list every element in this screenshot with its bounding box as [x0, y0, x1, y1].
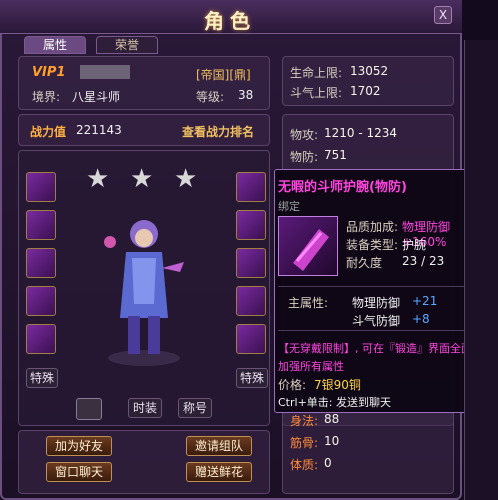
gift-flowers-button[interactable]: 赠送鲜花 [186, 462, 252, 482]
fashion-tab[interactable]: 时装 [128, 398, 162, 418]
quality-label: 品质加成: [346, 220, 399, 234]
emblem-icon[interactable] [76, 398, 102, 420]
realm-label: 境界: [32, 90, 61, 104]
equip-slot-right-3[interactable] [236, 248, 266, 278]
patk-label: 物攻: [290, 128, 319, 142]
patk-value: 1210 - 1234 [324, 126, 398, 140]
invite-team-button[interactable]: 邀请组队 [186, 436, 252, 456]
dq-value: 1702 [350, 84, 381, 98]
dq-label: 斗气上限: [290, 86, 343, 100]
title-tab[interactable]: 称号 [178, 398, 212, 418]
tooltip-item-name: 无暇的斗师护腕(物防) [278, 180, 407, 195]
equip-slot-right-2[interactable] [236, 210, 266, 240]
server-tags: [帝国][鼎] [196, 68, 251, 82]
tab-attributes[interactable]: 属性 [24, 36, 86, 54]
hp-value: 13052 [350, 64, 389, 78]
con-value: 0 [324, 456, 332, 470]
equip-slot-right-1[interactable] [236, 172, 266, 202]
equip-slot-right-5[interactable] [236, 324, 266, 354]
tooltip-divider-2 [278, 330, 492, 331]
con-label: 体质: [290, 458, 319, 472]
character-avatar [104, 220, 184, 366]
durability-value: 23 / 23 [402, 254, 445, 268]
special-slot-right[interactable]: 特殊 [236, 368, 268, 388]
star-1: ★ [86, 164, 110, 194]
body-label: 身法: [290, 414, 319, 428]
attr1-value: +21 [412, 294, 438, 308]
tooltip-bound: 绑定 [278, 200, 300, 213]
equip-slot-left-5[interactable] [26, 324, 56, 354]
star-2: ★ [130, 164, 154, 194]
item-icon [278, 216, 338, 276]
bone-value: 10 [324, 434, 340, 448]
vip-badge: VIP1 [32, 65, 66, 80]
tooltip-hint: Ctrl+单击: 发送到聊天 [278, 396, 391, 409]
main-attr-label: 主属性: [288, 296, 329, 310]
attr2-name: 斗气防御 [352, 314, 401, 328]
close-button[interactable]: X [434, 6, 452, 24]
level-label: 等级: [196, 90, 225, 104]
level-value: 38 [238, 88, 254, 102]
price-label: 价格: [278, 378, 307, 392]
equip-slot-left-2[interactable] [26, 210, 56, 240]
adjacent-window-edge [464, 40, 498, 500]
player-name-redacted [80, 65, 130, 79]
private-chat-button[interactable]: 窗口聊天 [46, 462, 112, 482]
bone-label: 筋骨: [290, 436, 319, 450]
equip-slot-left-3[interactable] [26, 248, 56, 278]
hp-label: 生命上限: [290, 66, 343, 80]
add-friend-button[interactable]: 加为好友 [46, 436, 112, 456]
durability-label: 耐久度 [346, 256, 383, 270]
type-value: 护腕 [402, 238, 427, 252]
tooltip-divider [278, 286, 492, 287]
equip-slot-right-4[interactable] [236, 286, 266, 316]
tooltip-note-line1: 【无穿戴限制】, 可在『锻造』界面全面 [278, 342, 472, 355]
attr1-name: 物理防御 [352, 296, 401, 310]
special-slot-left[interactable]: 特殊 [26, 368, 58, 388]
combat-value: 221143 [76, 123, 122, 137]
type-label: 装备类型: [346, 238, 399, 252]
attr2-value: +8 [412, 312, 430, 326]
pdef-value: 751 [324, 148, 347, 162]
combat-label: 战力值 [30, 125, 67, 139]
tab-honor[interactable]: 荣誉 [96, 36, 158, 54]
price-value: 7银90铜 [314, 378, 361, 392]
combat-rank-link[interactable]: 查看战力排名 [182, 123, 254, 140]
pdef-label: 物防: [290, 150, 319, 164]
tooltip-note-line2: 加强所有属性 [278, 360, 344, 373]
window-title: 角色 [204, 9, 256, 33]
body-value: 88 [324, 412, 340, 426]
equip-slot-left-1[interactable] [26, 172, 56, 202]
realm-value: 八星斗师 [72, 90, 121, 104]
star-3: ★ [174, 164, 198, 194]
equip-slot-left-4[interactable] [26, 286, 56, 316]
